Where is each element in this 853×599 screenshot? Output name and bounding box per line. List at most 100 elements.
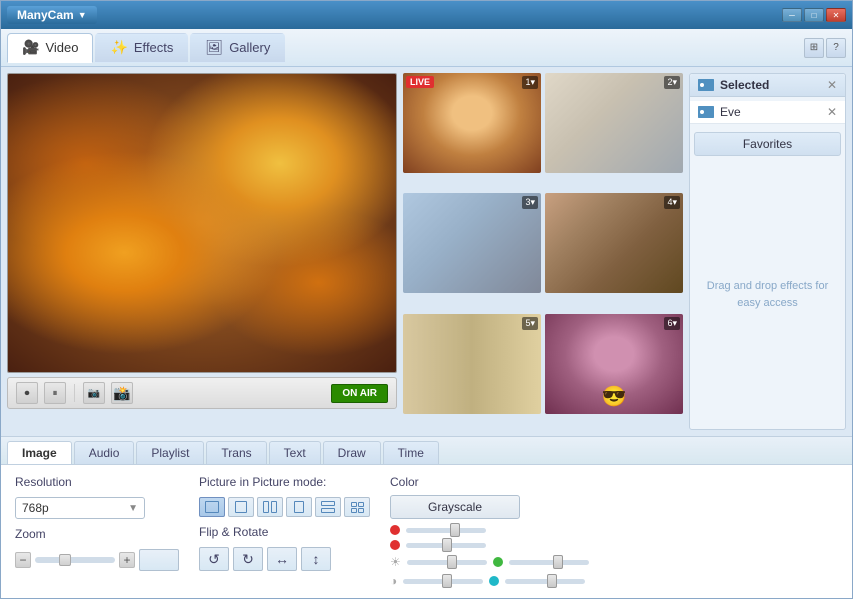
pip-label: Picture in Picture mode: — [199, 475, 370, 489]
tab-text[interactable]: Text — [269, 441, 321, 464]
color-thumb-4[interactable] — [442, 574, 452, 588]
resolution-select[interactable]: 768p ▼ — [15, 497, 145, 519]
app-title[interactable]: ManyCam ▼ — [7, 6, 97, 24]
tab-audio[interactable]: Audio — [74, 441, 135, 464]
pip-btn-6[interactable] — [344, 497, 370, 517]
item-icon — [698, 106, 714, 118]
color-thumb-1[interactable] — [450, 523, 460, 537]
zoom-plus-btn[interactable]: + — [119, 552, 135, 568]
select-arrow-icon: ▼ — [128, 503, 138, 514]
pip-shape-2 — [235, 501, 247, 513]
zoom-slider[interactable] — [35, 557, 115, 563]
color-thumb-3[interactable] — [447, 555, 457, 569]
color-slider-3b[interactable] — [509, 560, 589, 565]
main-content: ⏺ ⏸ 📷 📸 ON AIR LIVE 1▾ 2▾ 3▾ — [1, 67, 852, 436]
color-thumb-4b[interactable] — [547, 574, 557, 588]
color-thumb-3b[interactable] — [553, 555, 563, 569]
color-slider-3[interactable] — [407, 560, 487, 565]
item-remove[interactable]: ✕ — [827, 105, 837, 119]
app-name: ManyCam — [17, 8, 74, 22]
pip-shape-3a — [263, 501, 269, 513]
rotate-cw-btn[interactable]: ↻ — [233, 547, 263, 571]
pip-shape-1 — [205, 501, 219, 513]
selected-item-name: Eve — [720, 105, 821, 119]
tab-image[interactable]: Image — [7, 441, 72, 464]
thumb-6-num: 6▾ — [664, 317, 680, 330]
brightness-icon: ☀ — [390, 555, 401, 569]
flip-buttons: ↺ ↻ ↔ ↕ — [199, 547, 370, 571]
thumb-2-num: 2▾ — [664, 76, 680, 89]
zoom-minus-btn[interactable]: − — [15, 552, 31, 568]
pip-shape-5b — [321, 508, 335, 513]
flip-v-btn[interactable]: ↕ — [301, 547, 331, 571]
color-slider-4b[interactable] — [505, 579, 585, 584]
selected-item-eve[interactable]: Eve ✕ — [690, 101, 845, 124]
tab-trans[interactable]: Trans — [206, 441, 266, 464]
green-dot — [493, 557, 503, 567]
menu-bar: 🎥 Video ✨ Effects 🖼 Gallery ⊞ ? — [1, 29, 852, 67]
color-slider-1[interactable] — [406, 528, 486, 533]
thumb-4[interactable]: 4▾ — [545, 193, 683, 293]
thumb-img-3 — [403, 193, 541, 293]
controls-separator — [74, 384, 75, 402]
snapshot-button[interactable]: 📷 — [83, 382, 105, 404]
pip-btn-3[interactable] — [257, 497, 283, 517]
effects-tab-icon: ✨ — [110, 39, 127, 56]
camera-button[interactable]: 📸 — [111, 382, 133, 404]
menu-right-buttons: ⊞ ? — [804, 38, 846, 58]
pip-btn-1[interactable] — [199, 497, 225, 517]
titlebar: ManyCam ▼ ─ □ ✕ — [1, 1, 852, 29]
thumb-6[interactable]: 6▾ 😎 — [545, 314, 683, 414]
red-dot — [390, 525, 400, 535]
record-button[interactable]: ⏺ — [16, 382, 38, 404]
resolution-value: 768p — [22, 501, 49, 515]
pip-shape-6a — [351, 502, 357, 507]
thumb-img-4 — [545, 193, 683, 293]
pip-btn-5[interactable] — [315, 497, 341, 517]
tab-time[interactable]: Time — [383, 441, 439, 464]
video-preview[interactable] — [7, 73, 397, 373]
maximize-button[interactable]: □ — [804, 8, 824, 22]
thumb-3[interactable]: 3▾ — [403, 193, 541, 293]
color-row-brightness: ☀ — [390, 555, 838, 569]
thumb-img-1 — [403, 73, 541, 173]
video-controls-bar: ⏺ ⏸ 📷 📸 ON AIR — [7, 377, 397, 409]
color-row-red-top — [390, 525, 838, 535]
pip-shape-3b — [271, 501, 277, 513]
favorites-header[interactable]: Favorites — [694, 132, 841, 156]
selected-title: Selected — [720, 78, 821, 92]
minimize-button[interactable]: ─ — [782, 8, 802, 22]
favorites-section: Favorites Drag and drop effects for easy… — [690, 128, 845, 429]
zoom-slider-thumb[interactable] — [59, 554, 71, 566]
rotate-ccw-btn[interactable]: ↺ — [199, 547, 229, 571]
emoji-sticker: 😎 — [602, 384, 627, 409]
pip-shape-6d — [358, 508, 364, 513]
flip-h-btn[interactable]: ↔ — [267, 547, 297, 571]
pause-button[interactable]: ⏸ — [44, 382, 66, 404]
thumb-1-num: 1▾ — [522, 76, 538, 89]
selected-close[interactable]: ✕ — [827, 78, 837, 92]
color-slider-4[interactable] — [403, 579, 483, 584]
thumb-img-2 — [545, 73, 683, 173]
pip-buttons — [199, 497, 370, 517]
tab-video[interactable]: 🎥 Video — [7, 33, 93, 63]
thumb-2[interactable]: 2▾ — [545, 73, 683, 173]
color-sliders: ☀ ◑ — [390, 525, 838, 588]
onair-button[interactable]: ON AIR — [331, 384, 388, 403]
view-toggle-btn[interactable]: ⊞ — [804, 38, 824, 58]
tab-playlist[interactable]: Playlist — [136, 441, 204, 464]
color-thumb-2[interactable] — [442, 538, 452, 552]
main-window: ManyCam ▼ ─ □ ✕ 🎥 Video ✨ Effects 🖼 Gall… — [0, 0, 853, 599]
pip-btn-2[interactable] — [228, 497, 254, 517]
tab-gallery[interactable]: 🖼 Gallery — [190, 33, 285, 63]
thumb-5[interactable]: 5▾ — [403, 314, 541, 414]
help-btn[interactable]: ? — [826, 38, 846, 58]
thumb-1[interactable]: LIVE 1▾ — [403, 73, 541, 173]
color-slider-2[interactable] — [406, 543, 486, 548]
tab-effects[interactable]: ✨ Effects — [95, 33, 188, 63]
grayscale-button[interactable]: Grayscale — [390, 495, 520, 519]
pip-shape-6-wrap — [351, 502, 364, 513]
pip-btn-4[interactable] — [286, 497, 312, 517]
tab-draw[interactable]: Draw — [323, 441, 381, 464]
close-button[interactable]: ✕ — [826, 8, 846, 22]
